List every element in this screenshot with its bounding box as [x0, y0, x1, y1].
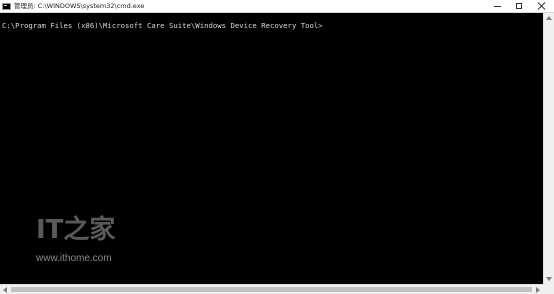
scroll-right-icon[interactable] — [536, 287, 540, 293]
minimize-button[interactable] — [486, 0, 508, 12]
horizontal-scrollbar[interactable] — [0, 284, 543, 294]
window-title: 管理员: C:\WINDOWS\system32\cmd.exe — [14, 2, 145, 10]
scrollbar-corner — [543, 284, 554, 294]
scroll-down-icon[interactable] — [546, 277, 552, 281]
scroll-up-icon[interactable] — [546, 16, 552, 20]
close-icon — [537, 2, 545, 10]
watermark: IT之家 www.ithome.com — [36, 216, 126, 268]
command-prompt: C:\Program Files (x86)\Microsoft Care Su… — [2, 21, 323, 30]
maximize-button[interactable] — [508, 0, 530, 12]
title-bar[interactable]: 管理员: C:\WINDOWS\system32\cmd.exe — [0, 0, 554, 13]
scroll-left-icon[interactable] — [3, 287, 7, 293]
watermark-site: www.ithome.com — [36, 253, 112, 264]
maximize-icon — [516, 3, 522, 9]
minimize-icon — [493, 5, 501, 7]
vertical-scrollbar[interactable] — [543, 13, 554, 284]
horizontal-scroll-thumb[interactable] — [11, 287, 532, 292]
console-icon[interactable] — [2, 3, 11, 10]
close-button[interactable] — [530, 0, 552, 12]
watermark-logo: IT之家 — [36, 215, 116, 245]
